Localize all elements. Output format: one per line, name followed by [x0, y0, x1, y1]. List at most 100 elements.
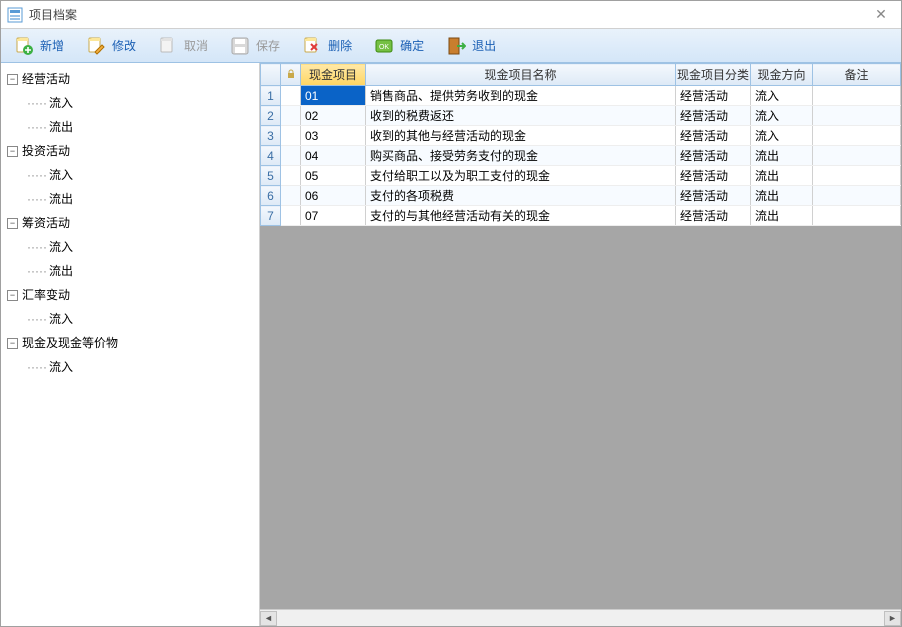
cell-code[interactable]: 05	[301, 166, 366, 186]
tree-leaf[interactable]: ·····流入	[23, 307, 257, 331]
cell-lock[interactable]	[281, 166, 301, 186]
table-row[interactable]: 2 02收到的税费返还经营活动流入	[261, 106, 901, 126]
cell-remark[interactable]	[813, 166, 901, 186]
cell-code[interactable]: 07	[301, 206, 366, 226]
tree-leaf[interactable]: ·····流入	[23, 163, 257, 187]
cell-code[interactable]: 02	[301, 106, 366, 126]
cell-name[interactable]: 支付的与其他经营活动有关的现金	[366, 206, 676, 226]
cell-direction[interactable]: 流入	[751, 86, 813, 106]
cell-remark[interactable]	[813, 186, 901, 206]
row-number[interactable]: 4	[261, 146, 281, 166]
tree-leaf-label: 流出	[49, 259, 73, 283]
cell-name[interactable]: 销售商品、提供劳务收到的现金	[366, 86, 676, 106]
cell-category[interactable]: 经营活动	[676, 166, 751, 186]
edit-button[interactable]: 修改	[79, 32, 147, 60]
tree-leaf[interactable]: ·····流入	[23, 355, 257, 379]
header-lock[interactable]	[281, 64, 301, 86]
table-row[interactable]: 4 04购买商品、接受劳务支付的现金经营活动流出	[261, 146, 901, 166]
collapse-icon[interactable]: −	[7, 218, 18, 229]
tree-node[interactable]: −现金及现金等价物	[3, 331, 257, 355]
cell-lock[interactable]	[281, 126, 301, 146]
exit-button[interactable]: 退出	[439, 32, 507, 60]
cell-code[interactable]: 01	[301, 86, 366, 106]
collapse-icon[interactable]: −	[7, 290, 18, 301]
add-button[interactable]: 新增	[7, 32, 75, 60]
tree-node[interactable]: −投资活动	[3, 139, 257, 163]
horizontal-scrollbar[interactable]: ◄ ►	[260, 609, 901, 626]
scroll-left-arrow[interactable]: ◄	[260, 611, 277, 626]
cell-direction[interactable]: 流出	[751, 186, 813, 206]
cell-name[interactable]: 支付的各项税费	[366, 186, 676, 206]
header-category[interactable]: 现金项目分类	[676, 64, 751, 86]
tree-connector: ·····	[27, 259, 47, 283]
tree-leaf[interactable]: ·····流入	[23, 91, 257, 115]
cell-direction[interactable]: 流入	[751, 106, 813, 126]
cell-category[interactable]: 经营活动	[676, 86, 751, 106]
tree-node[interactable]: −汇率变动	[3, 283, 257, 307]
collapse-icon[interactable]: −	[7, 338, 18, 349]
row-number[interactable]: 3	[261, 126, 281, 146]
cancel-button[interactable]: 取消	[151, 32, 219, 60]
cell-lock[interactable]	[281, 86, 301, 106]
cell-direction[interactable]: 流出	[751, 206, 813, 226]
cell-name[interactable]: 收到的税费返还	[366, 106, 676, 126]
cell-name[interactable]: 支付给职工以及为职工支付的现金	[366, 166, 676, 186]
tree-node[interactable]: −筹资活动	[3, 211, 257, 235]
collapse-icon[interactable]: −	[7, 74, 18, 85]
cell-code[interactable]: 06	[301, 186, 366, 206]
cell-remark[interactable]	[813, 206, 901, 226]
header-code[interactable]: 现金项目	[301, 64, 366, 86]
row-number[interactable]: 2	[261, 106, 281, 126]
tree-node[interactable]: −经营活动	[3, 67, 257, 91]
cell-category[interactable]: 经营活动	[676, 186, 751, 206]
tree-node-label: 汇率变动	[22, 283, 70, 307]
cell-code[interactable]: 04	[301, 146, 366, 166]
cancel-icon	[158, 36, 178, 56]
row-number[interactable]: 6	[261, 186, 281, 206]
scroll-right-arrow[interactable]: ►	[884, 611, 901, 626]
row-number[interactable]: 5	[261, 166, 281, 186]
cell-name[interactable]: 收到的其他与经营活动的现金	[366, 126, 676, 146]
tree-leaf[interactable]: ·····流出	[23, 187, 257, 211]
delete-icon	[302, 36, 322, 56]
cell-category[interactable]: 经营活动	[676, 106, 751, 126]
tree-leaf[interactable]: ·····流出	[23, 259, 257, 283]
cell-remark[interactable]	[813, 106, 901, 126]
cell-direction[interactable]: 流出	[751, 146, 813, 166]
cell-category[interactable]: 经营活动	[676, 206, 751, 226]
cell-lock[interactable]	[281, 106, 301, 126]
table-row[interactable]: 6 06支付的各项税费经营活动流出	[261, 186, 901, 206]
table-row[interactable]: 5 05支付给职工以及为职工支付的现金经营活动流出	[261, 166, 901, 186]
tree-leaf[interactable]: ·····流入	[23, 235, 257, 259]
row-number[interactable]: 7	[261, 206, 281, 226]
header-remark[interactable]: 备注	[813, 64, 901, 86]
table-row[interactable]: 1 01销售商品、提供劳务收到的现金经营活动流入	[261, 86, 901, 106]
cell-code[interactable]: 03	[301, 126, 366, 146]
delete-button[interactable]: 删除	[295, 32, 363, 60]
cell-category[interactable]: 经营活动	[676, 146, 751, 166]
cell-lock[interactable]	[281, 146, 301, 166]
header-corner[interactable]	[261, 64, 281, 86]
row-number[interactable]: 1	[261, 86, 281, 106]
cell-category[interactable]: 经营活动	[676, 126, 751, 146]
cell-direction[interactable]: 流出	[751, 166, 813, 186]
table-row[interactable]: 7 07支付的与其他经营活动有关的现金经营活动流出	[261, 206, 901, 226]
cell-direction[interactable]: 流入	[751, 126, 813, 146]
save-button[interactable]: 保存	[223, 32, 291, 60]
tree-leaf[interactable]: ·····流出	[23, 115, 257, 139]
cell-remark[interactable]	[813, 126, 901, 146]
header-name[interactable]: 现金项目名称	[366, 64, 676, 86]
ok-button[interactable]: OK 确定	[367, 32, 435, 60]
header-direction[interactable]: 现金方向	[751, 64, 813, 86]
cell-lock[interactable]	[281, 186, 301, 206]
cell-remark[interactable]	[813, 86, 901, 106]
cell-name[interactable]: 购买商品、接受劳务支付的现金	[366, 146, 676, 166]
close-button[interactable]: ✕	[867, 5, 895, 25]
cell-lock[interactable]	[281, 206, 301, 226]
collapse-icon[interactable]: −	[7, 146, 18, 157]
cell-remark[interactable]	[813, 146, 901, 166]
table-row[interactable]: 3 03收到的其他与经营活动的现金经营活动流入	[261, 126, 901, 146]
save-icon	[230, 36, 250, 56]
tree-connector: ·····	[27, 355, 47, 379]
tree-connector: ·····	[27, 187, 47, 211]
